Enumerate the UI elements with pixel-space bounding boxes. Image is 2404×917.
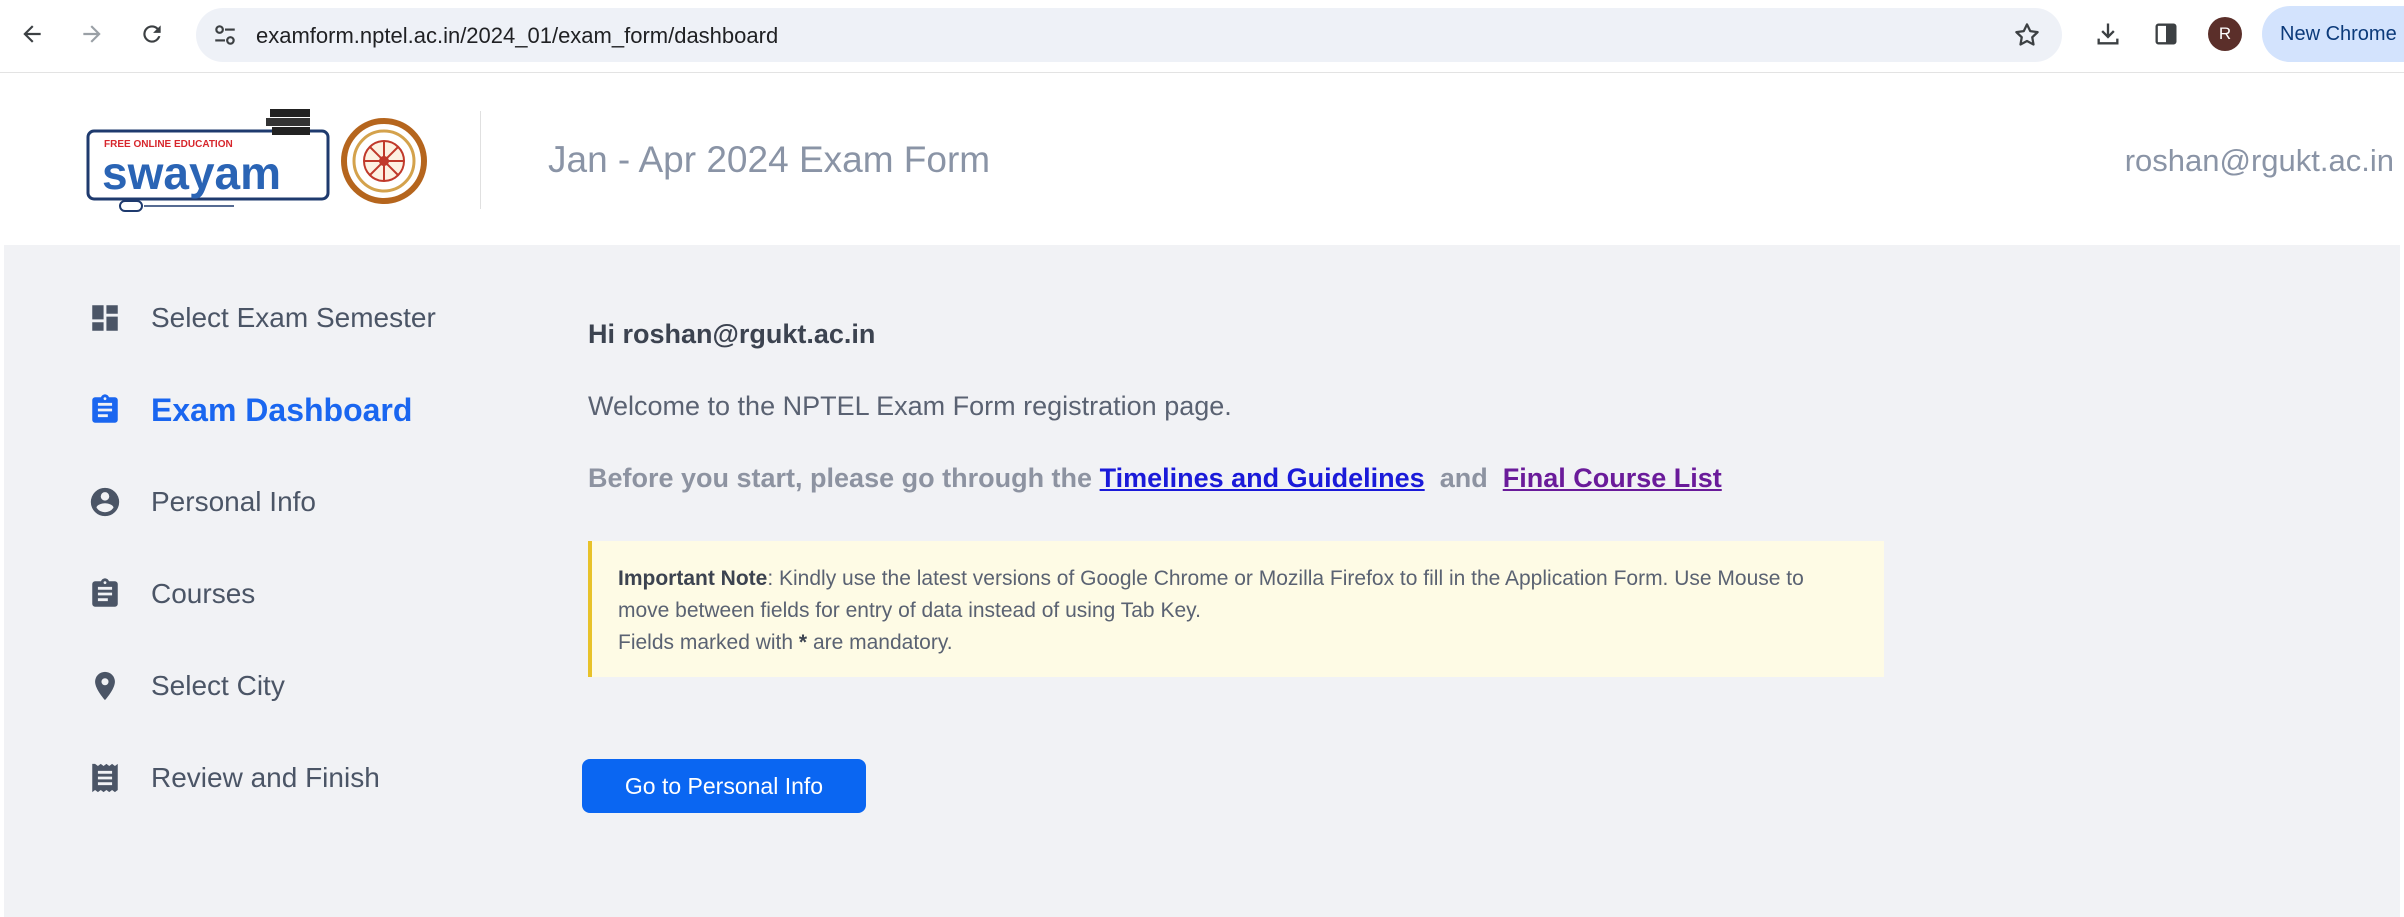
forward-arrow-icon <box>83 25 101 43</box>
clipboard-icon <box>88 393 122 427</box>
back-arrow-icon <box>23 25 41 43</box>
reload-button[interactable] <box>132 14 172 54</box>
user-email: roshan@rgukt.ac.in <box>2124 143 2394 178</box>
sidebar-item-select-exam-semester[interactable]: Select Exam Semester <box>88 293 436 343</box>
account-circle-icon <box>88 485 122 519</box>
sidebar-item-select-city[interactable]: Select City <box>88 661 285 711</box>
site-header: FREE ONLINE EDUCATION swayam Jan - Apr 2… <box>0 73 2404 245</box>
profile-avatar[interactable]: R <box>2208 17 2242 51</box>
note-label: Important Note <box>618 567 768 590</box>
location-pin-icon <box>88 669 122 703</box>
downloads-button[interactable] <box>2088 14 2128 54</box>
sidebar-item-label: Courses <box>151 578 256 609</box>
greeting-text: Hi roshan@rgukt.ac.in <box>588 319 876 349</box>
page-title: Jan - Apr 2024 Exam Form <box>548 139 991 180</box>
timelines-guidelines-link[interactable]: Timelines and Guidelines <box>1100 463 1425 493</box>
bookmark-star-icon[interactable] <box>2012 20 2042 50</box>
dashboard-icon <box>88 301 122 335</box>
new-chrome-button[interactable]: New Chrome <box>2262 6 2404 62</box>
url-text[interactable]: examform.nptel.ac.in/2024_01/exam_form/d… <box>256 23 778 49</box>
download-icon <box>2097 23 2119 45</box>
before-text: Before you start, please go through the <box>588 463 1093 493</box>
clipboard-icon <box>88 577 122 611</box>
logo-name: swayam <box>102 147 281 199</box>
note-text: : Kindly use the latest versions of Goog… <box>618 567 1804 622</box>
receipt-icon <box>88 761 122 795</box>
browser-toolbar: examform.nptel.ac.in/2024_01/exam_form/d… <box>0 0 2404 73</box>
main-area: Select Exam Semester Exam Dashboard Pers… <box>4 245 2400 917</box>
mandatory-prefix: Fields marked with <box>618 631 794 654</box>
important-note: Important Note: Kindly use the latest ve… <box>588 541 1884 677</box>
reload-icon <box>143 25 161 43</box>
address-bar[interactable]: examform.nptel.ac.in/2024_01/exam_form/d… <box>196 8 2062 62</box>
mandatory-symbol: * <box>798 631 808 654</box>
final-course-list-link[interactable]: Final Course List <box>1503 463 1722 493</box>
sidebar-item-personal-info[interactable]: Personal Info <box>88 477 316 527</box>
sidebar-item-label: Select Exam Semester <box>151 302 436 333</box>
sidebar-item-review-and-finish[interactable]: Review and Finish <box>88 753 380 803</box>
back-button[interactable] <box>12 14 52 54</box>
and-text: and <box>1439 463 1488 493</box>
side-panel-icon <box>2155 23 2177 45</box>
sidebar: Select Exam Semester Exam Dashboard Pers… <box>4 245 524 917</box>
site-settings-icon[interactable] <box>212 22 238 48</box>
sidebar-item-label: Personal Info <box>151 486 316 517</box>
header-divider <box>480 111 481 209</box>
mandatory-suffix: are mandatory. <box>812 631 953 654</box>
emblem-logo <box>341 118 427 204</box>
sidebar-item-courses[interactable]: Courses <box>88 569 255 619</box>
forward-button[interactable] <box>72 14 112 54</box>
go-to-personal-info-button[interactable]: Go to Personal Info <box>582 759 866 813</box>
sidebar-item-exam-dashboard[interactable]: Exam Dashboard <box>88 385 412 435</box>
sidebar-item-label: Select City <box>151 670 285 701</box>
welcome-text: Welcome to the NPTEL Exam Form registrat… <box>588 391 1232 421</box>
sidebar-item-label: Exam Dashboard <box>151 391 413 428</box>
guidelines-line: Before you start, please go through the … <box>588 463 1722 494</box>
sidebar-item-label: Review and Finish <box>151 762 380 793</box>
side-panel-button[interactable] <box>2146 14 2186 54</box>
swayam-logo: FREE ONLINE EDUCATION swayam <box>86 109 330 212</box>
